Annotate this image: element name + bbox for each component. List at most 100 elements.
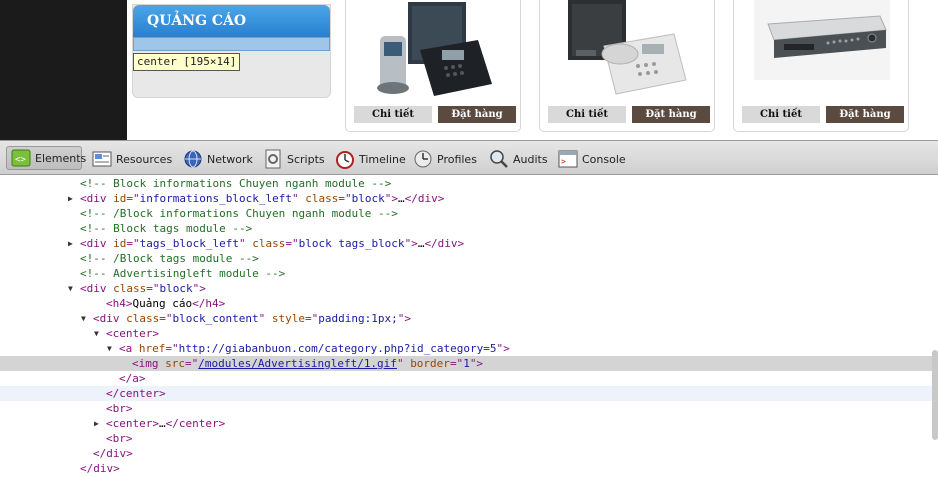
markup-token-tag: " xyxy=(396,357,411,370)
dom-node-row[interactable]: <h4>Quảng cáo</h4> xyxy=(0,296,932,311)
dom-node-row[interactable]: ▶ <div id="tags_block_left" class="block … xyxy=(0,236,932,251)
markup-token-comment: <!-- Block informations Chuyen nganh mod… xyxy=(80,177,392,190)
markup-token-tag: =" xyxy=(126,237,140,250)
markup-token-tag: </h4> xyxy=(192,297,226,310)
advertising-block: QUẢNG CÁO xyxy=(132,4,331,98)
dom-node-row[interactable]: ▼ <a href="http://giabanbuon.com/category… xyxy=(0,341,932,356)
markup-token-tag: "> xyxy=(397,312,411,325)
dom-tree-scrollbar[interactable] xyxy=(932,350,938,440)
markup-token-tag: <h4> xyxy=(106,297,133,310)
collapse-triangle-icon[interactable]: ▶ xyxy=(68,191,73,206)
expand-triangle-icon[interactable]: ▼ xyxy=(68,281,73,296)
markup-token-tag: =" xyxy=(126,192,140,205)
markup-token-val: informations_block_left xyxy=(139,192,292,205)
devtools-toolbar: <> Elements Resources Network Scripts Ti… xyxy=(0,140,938,175)
dom-node-markup: </center> xyxy=(106,386,166,401)
markup-token-tag: <br> xyxy=(106,432,133,445)
markup-token-tag: <br> xyxy=(106,402,133,415)
product-image-ip-phone-system[interactable] xyxy=(360,0,508,98)
dom-node-row[interactable]: </center> xyxy=(0,386,932,401)
markup-token-text: … xyxy=(158,417,166,430)
dom-node-markup: <center>…</center> xyxy=(106,416,225,431)
elements-icon: <> xyxy=(11,148,31,168)
tab-elements[interactable]: <> Elements xyxy=(6,146,86,170)
dom-node-row[interactable]: </div> xyxy=(0,461,932,476)
markup-token-comment: <!-- Advertisingleft module --> xyxy=(80,267,286,280)
dom-node-row[interactable]: <!-- Advertisingleft module --> xyxy=(0,266,932,281)
markup-token-tag: =" xyxy=(146,282,160,295)
dom-tree[interactable]: <!-- Block informations Chuyen nganh mod… xyxy=(0,176,938,477)
markup-token-tag: =" xyxy=(165,342,179,355)
markup-token-comment: <!-- /Block tags module --> xyxy=(80,252,259,265)
detail-button[interactable]: Chi tiết xyxy=(548,106,626,123)
markup-token-tag: <div xyxy=(80,192,114,205)
dom-node-row[interactable]: ▼ <center> xyxy=(0,326,932,341)
markup-token-val: block xyxy=(159,282,193,295)
markup-token-tag: <center> xyxy=(106,327,159,340)
markup-token-val: 1 xyxy=(463,357,470,370)
product-image-dvr-recorder[interactable] xyxy=(748,0,896,98)
dom-node-markup: <div id="informations_block_left" class=… xyxy=(80,191,444,206)
markup-token-attr: id xyxy=(113,237,127,250)
markup-token-val: tags_block_left xyxy=(139,237,239,250)
tab-audits[interactable]: Audits xyxy=(489,147,548,171)
dom-node-row[interactable]: <!-- /Block informations Chuyen nganh mo… xyxy=(0,206,932,221)
markup-token-tag: <center> xyxy=(106,417,159,430)
dom-node-markup: <!-- Advertisingleft module --> xyxy=(80,266,285,281)
markup-token-tag: <div xyxy=(93,312,127,325)
dom-node-row[interactable]: ▶ <center>…</center> xyxy=(0,416,932,431)
markup-token-attr: style xyxy=(271,312,305,325)
detail-button[interactable]: Chi tiết xyxy=(742,106,820,123)
order-button[interactable]: Đặt hàng xyxy=(438,106,516,123)
markup-token-comment: <!-- Block tags module --> xyxy=(80,222,253,235)
markup-token-tag: <div xyxy=(80,237,114,250)
tab-network[interactable]: Network xyxy=(183,147,253,171)
dom-node-row[interactable]: <br> xyxy=(0,431,932,446)
tab-profiles[interactable]: Profiles xyxy=(413,147,477,171)
detail-button[interactable]: Chi tiết xyxy=(354,106,432,123)
dom-node-row[interactable]: </div> xyxy=(0,446,932,461)
resources-icon xyxy=(92,149,112,169)
markup-token-tag: </center> xyxy=(165,417,226,430)
dom-node-row[interactable]: </a> xyxy=(0,371,932,386)
collapse-triangle-icon[interactable]: ▶ xyxy=(94,416,99,431)
dom-node-row[interactable]: <!-- Block informations Chuyen nganh mod… xyxy=(0,176,932,191)
product-image-pbx-phone[interactable] xyxy=(554,0,702,98)
dom-node-row[interactable]: <!-- /Block tags module --> xyxy=(0,251,932,266)
dom-node-markup: <h4>Quảng cáo</h4> xyxy=(106,296,225,311)
tab-resources[interactable]: Resources xyxy=(92,147,172,171)
dom-node-row[interactable]: ▼ <div class="block_content" style="paddi… xyxy=(0,311,932,326)
markup-token-tag: " xyxy=(238,237,253,250)
devtools-panel: <> Elements Resources Network Scripts Ti… xyxy=(0,140,938,477)
dom-node-markup: </div> xyxy=(80,461,120,476)
dom-node-markup: <!-- Block informations Chuyen nganh mod… xyxy=(80,176,391,191)
markup-token-attr: class xyxy=(305,192,339,205)
tab-timeline[interactable]: Timeline xyxy=(335,147,406,171)
dom-node-row[interactable]: ▶ <div id="informations_block_left" class… xyxy=(0,191,932,206)
tab-scripts[interactable]: Scripts xyxy=(263,147,325,171)
markup-token-tag: =" xyxy=(304,312,319,325)
dom-node-row[interactable]: <br> xyxy=(0,401,932,416)
tab-label: Console xyxy=(582,152,626,166)
tab-label: Timeline xyxy=(359,152,406,166)
dom-node-markup: <a href="http://giabanbuon.com/category.… xyxy=(119,341,510,356)
dom-node-row[interactable]: <!-- Block tags module --> xyxy=(0,221,932,236)
expand-triangle-icon[interactable]: ▼ xyxy=(81,311,86,326)
expand-triangle-icon[interactable]: ▼ xyxy=(94,326,99,341)
dom-node-row[interactable]: ▼ <div class="block"> xyxy=(0,281,932,296)
markup-token-tag: </div> xyxy=(80,462,120,475)
order-button[interactable]: Đặt hàng xyxy=(826,106,904,123)
order-button[interactable]: Đặt hàng xyxy=(632,106,710,123)
markup-token-text: … xyxy=(397,192,405,205)
ad-block-title: QUẢNG CÁO xyxy=(147,13,247,29)
markup-token-comment: <!-- /Block informations Chuyen nganh mo… xyxy=(80,207,398,220)
web-page-viewport: QUẢNG CÁO center [195×14] Chi tiết Đặt h… xyxy=(0,0,938,140)
timeline-icon xyxy=(335,149,355,169)
markup-token-tag: " xyxy=(258,312,272,325)
dom-node-row[interactable]: <img src="/modules/Advertisingleft/1.gif… xyxy=(0,356,932,371)
expand-triangle-icon[interactable]: ▼ xyxy=(107,341,112,356)
tab-label: Audits xyxy=(513,152,548,166)
markup-token-link[interactable]: /modules/Advertisingleft/1.gif xyxy=(198,357,397,370)
tab-console[interactable]: > Console xyxy=(558,147,626,171)
collapse-triangle-icon[interactable]: ▶ xyxy=(68,236,73,251)
